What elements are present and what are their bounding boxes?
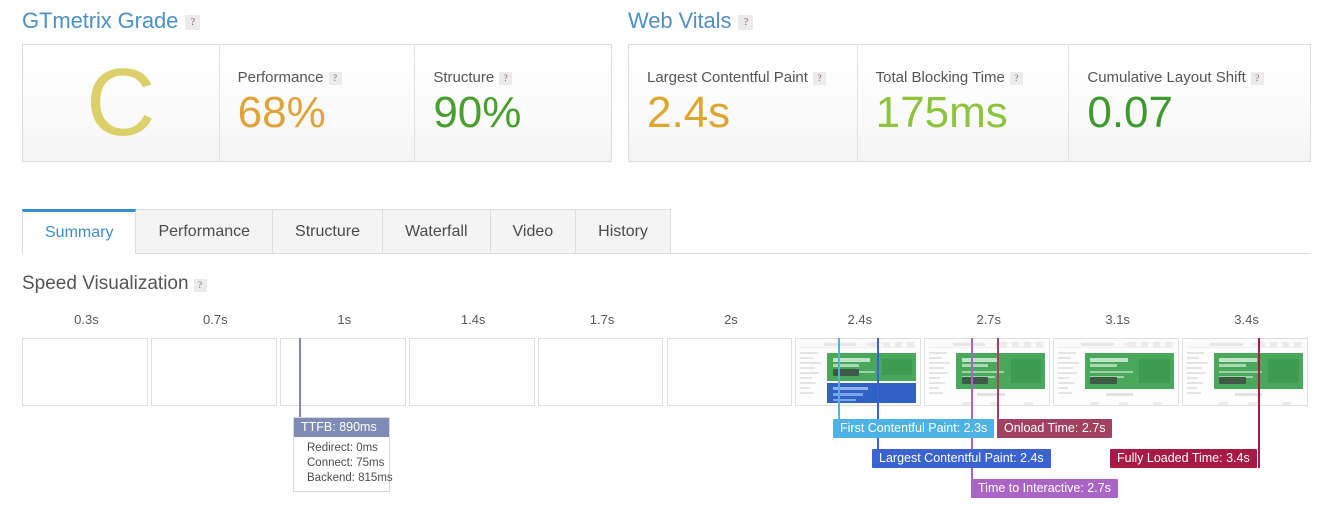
filmstrip-thumbnail-image bbox=[796, 339, 921, 405]
timeline-tick-7: 2.7s bbox=[976, 312, 1002, 327]
filmstrip-frame[interactable] bbox=[537, 338, 664, 406]
metric-performance-value: 68% bbox=[237, 87, 326, 137]
help-icon[interactable]: ? bbox=[185, 15, 201, 30]
filmstrip-thumbnail-image bbox=[1054, 339, 1179, 405]
event-label-fully-loaded-time: Fully Loaded Time: 3.4s bbox=[1110, 449, 1257, 468]
filmstrip-frame[interactable] bbox=[408, 338, 535, 406]
filmstrip-frame[interactable] bbox=[795, 338, 922, 406]
metric-structure-value: 90% bbox=[433, 87, 522, 137]
metric-structure-label: Structure? bbox=[433, 69, 611, 86]
help-icon[interactable]: ? bbox=[738, 15, 754, 30]
help-icon[interactable]: ? bbox=[1009, 71, 1023, 85]
metric-cls-label-text: Cumulative Layout Shift bbox=[1087, 68, 1246, 86]
ttfb-title: TTFB: 890ms bbox=[294, 418, 389, 437]
timeline-tick-0: 0.3s bbox=[74, 312, 99, 327]
help-icon[interactable]: ? bbox=[499, 71, 513, 85]
tab-waterfall-label: Waterfall bbox=[404, 223, 468, 240]
filmstrip-thumbnail-image bbox=[925, 339, 1050, 405]
gtmetrix-grade-heading: GTmetrix Grade? bbox=[22, 8, 201, 34]
gtmetrix-grade-panel: C Performance? 68% Structure? 90% bbox=[22, 44, 612, 162]
speed-visualization-title: Speed Visualization? bbox=[22, 273, 207, 295]
metric-performance-label-text: Performance bbox=[237, 68, 324, 86]
metric-structure-label-text: Structure bbox=[433, 68, 495, 86]
tab-video[interactable]: Video bbox=[489, 209, 577, 253]
timeline-tick-3: 1.4s bbox=[460, 312, 486, 327]
event-label-first-contentful-paint: First Contentful Paint: 2.3s bbox=[833, 419, 995, 438]
tab-structure[interactable]: Structure bbox=[272, 209, 383, 253]
gtmetrix-grade-heading-text: GTmetrix Grade bbox=[22, 8, 179, 33]
metric-tbt: Total Blocking Time? 175ms bbox=[856, 45, 1069, 161]
metric-performance: Performance? 68% bbox=[218, 45, 415, 161]
ttfb-detail-redirect: Redirect: 0ms bbox=[307, 442, 378, 454]
tti-marker-line bbox=[971, 338, 973, 498]
timeline-tick-5: 2s bbox=[724, 312, 738, 327]
fully-loaded-marker-line bbox=[1258, 338, 1260, 468]
timeline-tick-1: 0.7s bbox=[203, 312, 228, 327]
web-vitals-heading: Web Vitals? bbox=[628, 8, 754, 34]
ttfb-detail-connect: Connect: 75ms bbox=[307, 457, 385, 469]
tab-history-label: History bbox=[598, 223, 648, 240]
tab-history[interactable]: History bbox=[575, 209, 671, 253]
tab-performance-label: Performance bbox=[158, 223, 251, 240]
help-icon[interactable]: ? bbox=[328, 71, 342, 85]
filmstrip-frame[interactable] bbox=[666, 338, 793, 406]
web-vitals-heading-text: Web Vitals bbox=[628, 8, 732, 33]
tab-video-label: Video bbox=[512, 223, 554, 240]
filmstrip-frame[interactable] bbox=[1053, 338, 1180, 406]
web-vitals-panel: Largest Contentful Paint? 2.4s Total Blo… bbox=[628, 44, 1311, 162]
ttfb-detail-backend: Backend: 815ms bbox=[307, 472, 393, 484]
tab-summary-label: Summary bbox=[45, 224, 114, 241]
event-label-time-to-interactive: Time to Interactive: 2.7s bbox=[971, 479, 1118, 498]
report-tabs: Summary Performance Structure Waterfall … bbox=[22, 209, 1311, 254]
tab-performance[interactable]: Performance bbox=[135, 209, 274, 253]
help-icon[interactable]: ? bbox=[812, 71, 826, 85]
event-label-largest-contentful-paint: Largest Contentful Paint: 2.4s bbox=[872, 449, 1051, 468]
tab-waterfall[interactable]: Waterfall bbox=[381, 209, 491, 253]
filmstrip-thumbnail-image bbox=[1183, 339, 1307, 405]
help-icon[interactable]: ? bbox=[1250, 71, 1264, 85]
grade-letter: C bbox=[86, 49, 156, 156]
tab-structure-label: Structure bbox=[295, 223, 360, 240]
event-label-onload-time: Onload Time: 2.7s bbox=[997, 419, 1113, 438]
metric-tbt-label: Total Blocking Time? bbox=[876, 69, 1069, 86]
filmstrip-frame[interactable] bbox=[1182, 338, 1308, 406]
timeline-tick-4: 1.7s bbox=[589, 312, 615, 327]
metric-cls-value: 0.07 bbox=[1087, 87, 1173, 137]
metric-lcp-label: Largest Contentful Paint? bbox=[647, 69, 857, 86]
ttfb-tooltip: TTFB: 890ms Redirect: 0ms Connect: 75ms … bbox=[293, 417, 393, 492]
filmstrip-frame[interactable] bbox=[22, 338, 148, 406]
metric-tbt-label-text: Total Blocking Time bbox=[875, 68, 1005, 86]
metric-structure: Structure? 90% bbox=[414, 45, 611, 161]
speed-visualization-title-text: Speed Visualization bbox=[22, 273, 189, 294]
ttfb-details: Redirect: 0ms Connect: 75ms Backend: 815… bbox=[294, 437, 393, 491]
metric-cls-label: Cumulative Layout Shift? bbox=[1087, 69, 1310, 86]
timeline-tick-8: 3.1s bbox=[1105, 312, 1130, 327]
timeline-tick-6: 2.4s bbox=[847, 312, 873, 327]
filmstrip-frame[interactable] bbox=[924, 338, 1051, 406]
metric-lcp: Largest Contentful Paint? 2.4s bbox=[629, 45, 857, 161]
metric-cls: Cumulative Layout Shift? 0.07 bbox=[1068, 45, 1310, 161]
metric-tbt-value: 175ms bbox=[875, 87, 1008, 137]
help-icon[interactable]: ? bbox=[193, 279, 207, 292]
grade-cell: C bbox=[23, 45, 219, 161]
metric-performance-label: Performance? bbox=[238, 69, 415, 86]
filmstrip-frame[interactable] bbox=[150, 338, 277, 406]
metric-lcp-label-text: Largest Contentful Paint bbox=[647, 68, 808, 86]
metric-lcp-value: 2.4s bbox=[647, 87, 731, 137]
tab-summary[interactable]: Summary bbox=[22, 209, 137, 254]
timeline-tick-9: 3.4s bbox=[1234, 312, 1259, 327]
timeline-tick-2: 1s bbox=[337, 312, 352, 327]
